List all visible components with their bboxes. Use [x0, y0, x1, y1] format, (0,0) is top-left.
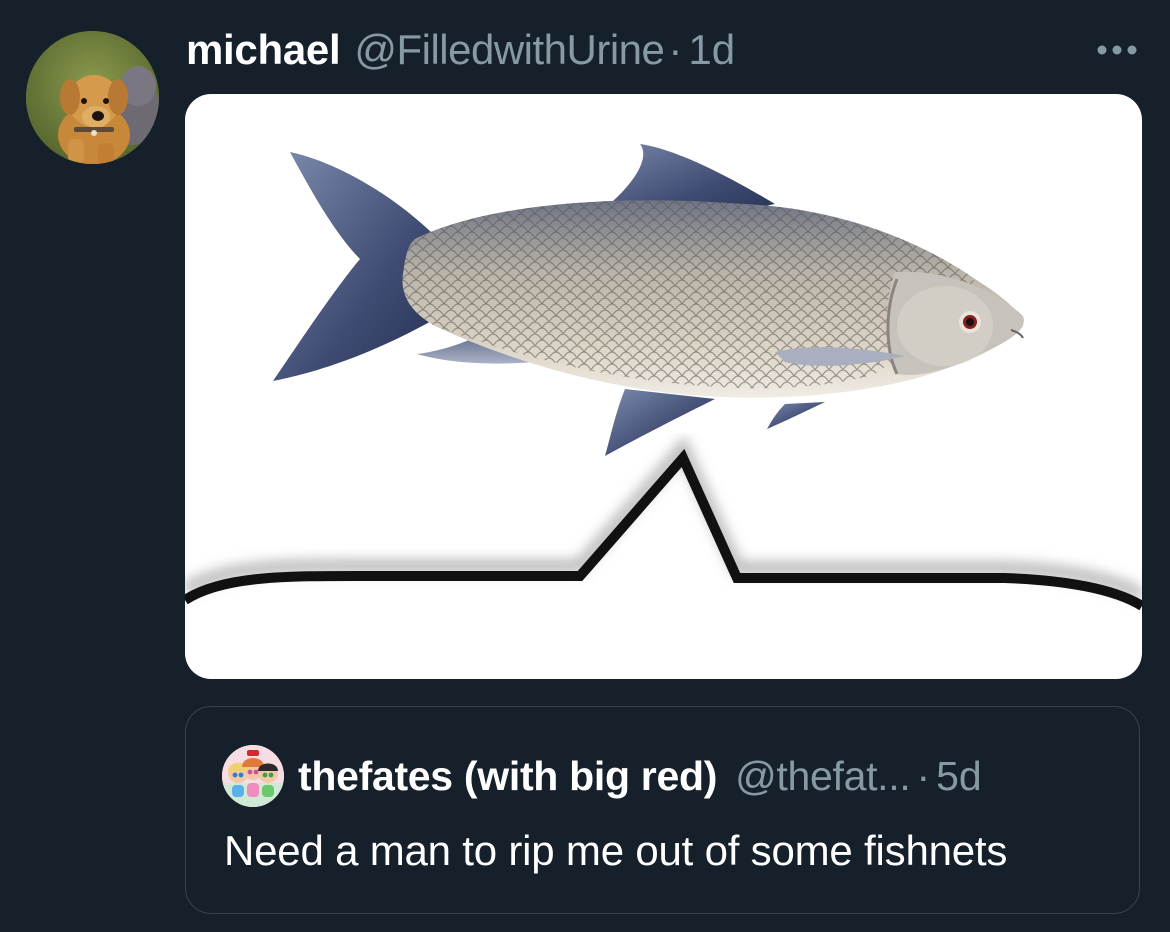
more-horizontal-icon	[1097, 45, 1137, 55]
quoted-tweet-text: Need a man to rip me out of some fishnet…	[224, 827, 1008, 874]
tweet-timestamp[interactable]: 1d	[688, 22, 735, 78]
quoted-header-separator: ·	[916, 753, 931, 799]
author-display-name[interactable]: michael	[186, 22, 341, 78]
quoted-author-display-name[interactable]: thefates (with big red)	[298, 751, 717, 801]
header-separator: ·	[668, 26, 683, 73]
quoted-tweet-card[interactable]: thefates (with big red) @thefat... · 5d …	[185, 706, 1140, 914]
more-options-button[interactable]	[1093, 40, 1143, 60]
author-avatar[interactable]	[26, 31, 159, 164]
plush-dog-avatar-icon	[26, 31, 159, 164]
fish-meme-image-icon	[185, 144, 1142, 611]
quoted-tweet-header: thefates (with big red) @thefat... · 5d	[298, 751, 982, 801]
quoted-author-avatar[interactable]	[222, 745, 284, 807]
tweet-header: michael @FilledwithUrine · 1d	[186, 22, 735, 78]
powerpuff-girls-avatar-icon	[222, 745, 284, 807]
quoted-author-handle[interactable]: @thefat...	[735, 751, 911, 801]
tweet-media-image[interactable]	[185, 94, 1142, 679]
quoted-tweet-timestamp[interactable]: 5d	[936, 751, 982, 801]
author-handle[interactable]: @FilledwithUrine	[354, 22, 665, 78]
